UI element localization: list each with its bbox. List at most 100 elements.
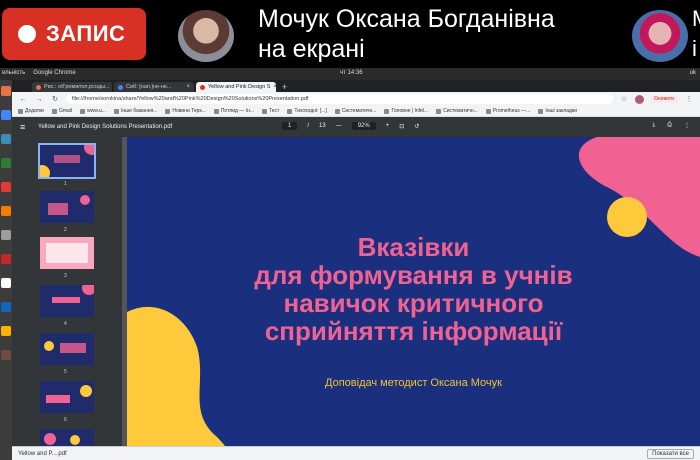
bookmark-item[interactable]: Тест: [262, 108, 279, 114]
presentation-icon[interactable]: [1, 182, 11, 192]
bookmark-item[interactable]: Потлид — Ін...: [213, 108, 254, 114]
page-total: 13: [319, 123, 326, 129]
record-dot-icon: [18, 25, 36, 43]
page-number-field[interactable]: 1: [282, 122, 298, 130]
thumbnail-sidebar[interactable]: 1 2 3 4 5 6: [12, 137, 122, 460]
participant-avatar[interactable]: [632, 10, 688, 62]
bookmark-item[interactable]: Інші закладки: [538, 108, 577, 114]
thumbnail-page[interactable]: [38, 143, 96, 179]
bookmark-icon: [436, 108, 442, 114]
print-icon[interactable]: ⎙: [667, 122, 672, 129]
thumbnail-number: 3: [64, 273, 67, 279]
bookmark-item[interactable]: Інше бажання...: [113, 108, 157, 114]
zoom-out-icon[interactable]: —: [336, 123, 342, 129]
bookmark-icon: [485, 108, 491, 114]
trash-icon[interactable]: [1, 350, 11, 360]
settings-icon[interactable]: [1, 230, 11, 240]
thumbnail-page[interactable]: [40, 285, 94, 317]
close-icon[interactable]: ×: [273, 84, 276, 90]
launcher-dock: [0, 80, 12, 460]
pdf-title: Yellow and Pink Design Solutions Present…: [38, 124, 173, 130]
tab-favicon: [36, 84, 41, 90]
tab-3[interactable]: Yellow and Pink Design S ×: [196, 82, 276, 92]
update-button[interactable]: Оновити: [650, 95, 678, 103]
profile-avatar[interactable]: [635, 94, 645, 104]
thumbnail-page[interactable]: [40, 333, 94, 365]
participant-name-partial: М і: [692, 6, 700, 61]
new-tab-button[interactable]: +: [278, 82, 291, 92]
download-bar: Yellow and P....pdf Показати все: [12, 446, 700, 460]
show-all-button[interactable]: Показати все: [647, 448, 694, 459]
archive-icon[interactable]: [1, 326, 11, 336]
bookmark-icon: [18, 108, 23, 114]
download-icon[interactable]: ⤓: [653, 122, 656, 129]
record-button[interactable]: ЗАПИС: [2, 8, 146, 60]
slide-page: Вказівки для формування в учнів навичок …: [127, 137, 700, 460]
browser-toolbar: ← → ↻ file:///home/sorokina/share/Yellow…: [12, 92, 700, 106]
tab-label: Рис.: об'ромжтол.рсоды...: [44, 84, 110, 90]
app-icon[interactable]: [1, 254, 11, 264]
os-top-panel: ельність Google Chrome чт 14:36 uk: [0, 68, 700, 80]
yellow-circle: [607, 197, 647, 237]
slide-subtitle: Доповідач методист Оксана Мочук: [325, 377, 502, 389]
presenter-name-line1: Мочук Оксана Богданівна: [258, 5, 555, 33]
rotate-icon[interactable]: ↺: [414, 123, 419, 130]
close-icon[interactable]: ×: [186, 84, 190, 90]
page-separator: /: [307, 123, 310, 129]
fit-page-icon[interactable]: ⊡: [399, 123, 404, 130]
os-activities[interactable]: ельність: [2, 70, 25, 76]
thumbnail-page[interactable]: [40, 237, 94, 269]
menu-icon[interactable]: ⋮: [684, 95, 694, 103]
firefox-icon[interactable]: [1, 86, 11, 96]
reload-icon[interactable]: ↻: [50, 95, 60, 103]
bookmark-item[interactable]: Prometheus —...: [485, 108, 530, 114]
slide-title-line: навичок критичного: [283, 288, 544, 318]
thumbnail-number: 6: [64, 417, 67, 423]
spreadsheet-icon[interactable]: [1, 158, 11, 168]
bookmark-icon: [51, 108, 57, 114]
software-center-icon[interactable]: [1, 206, 11, 216]
bookmark-item[interactable]: Систематичн...: [436, 108, 478, 114]
back-icon[interactable]: ←: [18, 96, 28, 103]
bookmark-item[interactable]: www.u...: [80, 108, 106, 114]
thumbnail-page[interactable]: [40, 381, 94, 413]
bookmarks-bar: Додатки Gmail www.u... Інше бажання... Н…: [12, 106, 700, 117]
bookmark-item[interactable]: Новини Терк...: [165, 108, 206, 114]
bookmark-icon: [538, 108, 544, 114]
bookmark-item[interactable]: Систематичн...: [334, 108, 376, 114]
slide-title-line: Вказівки: [357, 232, 470, 262]
bookmark-item[interactable]: Gmail: [51, 108, 72, 114]
chrome-icon[interactable]: [1, 110, 11, 120]
forward-icon[interactable]: →: [34, 96, 44, 103]
star-icon[interactable]: ☆: [619, 95, 629, 103]
os-clock[interactable]: чт 14:36: [340, 70, 363, 76]
bookmark-icon: [287, 108, 293, 114]
os-active-app[interactable]: Google Chrome: [33, 70, 75, 76]
tab-label: Сиб: [нап.]не-не...: [126, 84, 172, 90]
zoom-field[interactable]: 92%: [351, 122, 376, 130]
os-keyboard-layout[interactable]: uk: [690, 70, 696, 76]
bookmark-icon: [80, 108, 86, 114]
tab-1[interactable]: Рис.: об'ромжтол.рсоды... ×: [32, 82, 112, 92]
bookmark-item[interactable]: Додатки: [18, 108, 44, 114]
pdf-viewer: 1 2 3 4 5 6 Вказівки для формування в уч…: [12, 137, 700, 460]
thumbnail-number: 4: [64, 321, 67, 327]
files-icon[interactable]: [1, 134, 11, 144]
tab-2[interactable]: Сиб: [нап.]не-не... ×: [114, 82, 194, 92]
text-editor-icon[interactable]: [1, 278, 11, 288]
download-item[interactable]: Yellow and P....pdf: [18, 451, 67, 457]
address-bar[interactable]: file:///home/sorokina/share/Yellow%20and…: [66, 94, 614, 104]
more-options-icon[interactable]: ⋮: [684, 122, 690, 129]
bookmark-item[interactable]: Тихоходні: [...]: [287, 108, 327, 114]
tab-favicon: [118, 84, 123, 90]
bookmark-icon: [334, 108, 340, 114]
zoom-icon[interactable]: [1, 302, 11, 312]
thumbnail-page[interactable]: [40, 191, 94, 223]
zoom-in-icon[interactable]: +: [386, 123, 390, 129]
hamburger-menu-icon[interactable]: ≡: [20, 122, 30, 132]
tab-favicon: [200, 84, 205, 90]
tab-label: Yellow and Pink Design S: [208, 84, 271, 90]
bookmark-icon: [213, 108, 219, 114]
bookmark-icon: [165, 108, 171, 114]
bookmark-item[interactable]: Головне | Infel...: [384, 108, 428, 114]
